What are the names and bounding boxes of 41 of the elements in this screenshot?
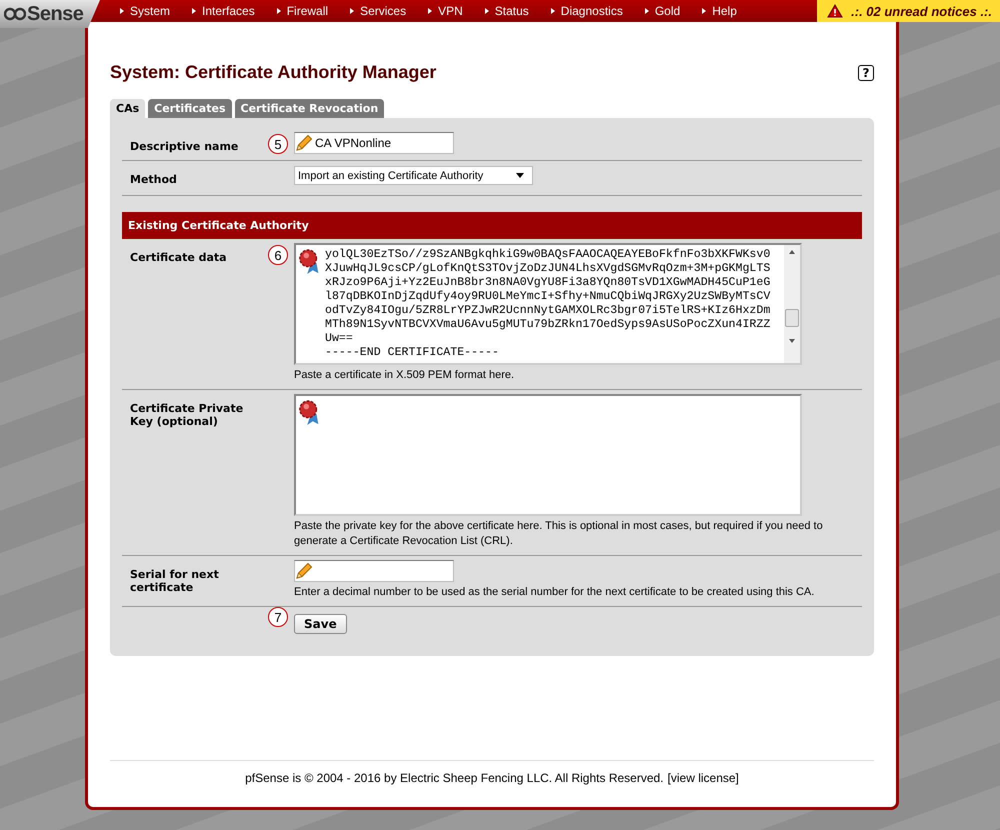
- view-license-link[interactable]: [view license]: [668, 771, 739, 785]
- field-hint: Paste a certificate in X.509 PEM format here.: [294, 368, 516, 383]
- menu-item[interactable]: Status: [484, 4, 529, 18]
- tab[interactable]: Certificate Revocation: [234, 99, 384, 118]
- menu-item[interactable]: VPN: [428, 4, 463, 18]
- method-dropdown[interactable]: Import an existing Certificate Authority: [294, 166, 533, 185]
- field-hint: Paste the private key for the above certificate here. This is optional in most cases, but required if you need to generate a Certificate Revocation List (CRL).: [294, 519, 824, 549]
- warning-icon: [827, 4, 844, 18]
- field-hint: Enter a decimal number to be used as the serial number for the next certificate to be created using this CA.: [294, 585, 816, 600]
- text-area-field[interactable]: [294, 394, 802, 516]
- menu-item[interactable]: Diagnostics: [550, 4, 623, 18]
- step-number: 7: [268, 607, 288, 627]
- section-header: Existing Certificate Authority: [122, 212, 862, 239]
- field-label: Certificate Private Key (optional): [130, 402, 244, 428]
- page-title: System: Certificate Authority Manager: [110, 62, 436, 83]
- menu-item[interactable]: System: [120, 4, 170, 18]
- notices-link[interactable]: .:. 02 unread notices .:.: [851, 4, 992, 18]
- text-input-field[interactable]: [294, 560, 454, 582]
- text-input-field[interactable]: CA VPNonline: [294, 132, 454, 154]
- menu-item[interactable]: Help: [702, 4, 737, 18]
- pencil-icon: [295, 134, 313, 152]
- menu-item[interactable]: Services: [350, 4, 406, 18]
- text-area-field[interactable]: yolQL30EzTSo//z9SzANBgkqhkiG9w0BAQsFAAOCAQEAYEBoFkfnFo3bXKFWKsv0 XJuwHqJL9csCP/gLofKnQtS3TOvjZoDzJUN4LhsXVgdSGMvRqOzm+3M+pGKMgLTS xRJzo9P6Aji+Yz2EuJnB8br3n8NA0VgYU8Fi3a8YQn80TsVD1XGwMADH45CuP1eG l87qDBKOInDjZqdUfy4oy9RU0LMeYmcI+Sfhy+NmuCQbiWqJRGXy2UzSWByMTsCV odTvZy84IOgu/5ZR8LrYPZJwR2UcnnNytGAMXOLRc3bgr07i5TelRS+KIz6HxzDm MTh89N1SyvNTBCVXVmaU6Avu5gMUTu79bZRkn17OedSyps9AsUSoPocZXun4IRZZ Uw== -----END CERTIFICATE-----: [294, 243, 802, 365]
- field-label: Certificate data: [130, 251, 228, 264]
- step-number: 6: [268, 245, 288, 265]
- footer-text: pfSense is © 2004 - 2016 by Electric Sheep Fencing LLC. All Rights Reserved.: [245, 771, 664, 785]
- menu-item[interactable]: Firewall: [276, 4, 328, 18]
- tab[interactable]: Certificates: [148, 99, 232, 118]
- menu-item[interactable]: Interfaces: [192, 4, 255, 18]
- caret-icon: [516, 173, 524, 178]
- help-button[interactable]: ?: [858, 64, 874, 80]
- pencil-icon: [295, 562, 313, 580]
- logo-text[interactable]: Sense: [27, 2, 84, 26]
- scrollbar[interactable]: [784, 245, 800, 363]
- step-number: 5: [268, 134, 288, 154]
- field-label: Method: [130, 173, 178, 186]
- tab[interactable]: CAs: [110, 99, 146, 118]
- save-button[interactable]: Save: [294, 614, 347, 634]
- menu-item[interactable]: Gold: [644, 4, 680, 18]
- field-label: Descriptive name: [130, 140, 240, 153]
- field-label: Serial for next certificate: [130, 568, 220, 594]
